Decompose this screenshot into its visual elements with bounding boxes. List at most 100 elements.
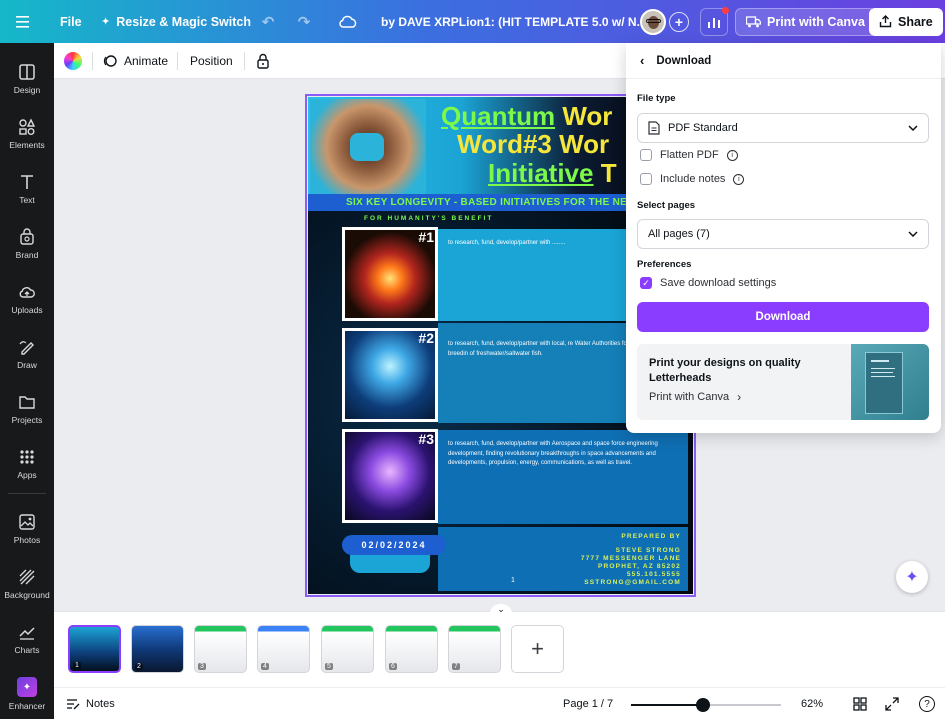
page-indicator-text: Page 1 / 7 — [563, 698, 614, 710]
checkbox-checked[interactable]: ✓ — [640, 277, 652, 289]
notification-dot — [722, 6, 729, 14]
share-button[interactable]: Share — [869, 0, 943, 43]
insights-button[interactable] — [700, 0, 729, 43]
grid-view-button[interactable] — [853, 697, 867, 714]
sidebar-item-uploads[interactable]: Uploads — [0, 273, 54, 325]
sidebar-item-design[interactable]: Design — [0, 53, 54, 105]
sidebar-item-brand[interactable]: Brand — [0, 218, 54, 270]
avatar[interactable] — [640, 0, 666, 43]
checkbox[interactable] — [640, 149, 652, 161]
item-number: #1 — [418, 229, 434, 245]
page-thumbnail[interactable]: 6 — [385, 625, 438, 673]
projects-icon — [19, 396, 35, 409]
zoom-slider[interactable] — [631, 698, 781, 712]
sidebar-item-text[interactable]: Text — [0, 163, 54, 215]
sidebar-item-draw[interactable]: Draw — [0, 328, 54, 380]
download-button[interactable]: Download — [637, 302, 929, 332]
print-promo-card[interactable]: Print your designs on quality Letterhead… — [637, 344, 929, 420]
resize-button[interactable]: ✦ Resize & Magic Switch — [101, 0, 251, 43]
undo-icon: ↶ — [261, 13, 275, 31]
checkbox[interactable] — [640, 173, 652, 185]
truck-icon — [746, 15, 761, 27]
sidebar-item-label: Photos — [13, 535, 41, 545]
title-word3: Word#3 Wor — [457, 129, 610, 159]
sidebar-item-label: Projects — [11, 415, 43, 425]
zoom-level[interactable]: 62% — [801, 688, 823, 719]
page-thumbnail[interactable]: 3 — [194, 625, 247, 673]
page-thumbnail[interactable]: 2 — [131, 625, 184, 673]
zoom-slider-thumb[interactable] — [696, 698, 710, 712]
sidebar-item-photos[interactable]: Photos — [0, 503, 54, 555]
magic-assistant-button[interactable]: ✦ — [896, 561, 928, 593]
info-icon[interactable]: i — [733, 173, 745, 185]
file-menu[interactable]: File — [60, 0, 82, 43]
hamburger-icon — [16, 15, 29, 28]
download-header: ‹ Download — [626, 43, 941, 79]
cloud-save-button[interactable] — [338, 0, 358, 43]
notes-icon — [67, 699, 80, 710]
animate-button[interactable]: Animate — [102, 43, 168, 79]
file-type-label: File type — [637, 93, 676, 104]
chevron-down-icon — [908, 125, 918, 131]
page-thumbnail[interactable]: 1 — [68, 625, 121, 673]
toolbar-divider — [92, 52, 93, 70]
date-pill-shadow — [350, 553, 430, 573]
sidebar-item-elements[interactable]: Elements — [0, 108, 54, 160]
document-title[interactable]: by DAVE XRPLion1: (HIT TEMPLATE 5.0 w/ N… — [381, 0, 647, 43]
save-settings-label: Save download settings — [660, 277, 777, 289]
flatten-pdf-checkbox[interactable]: Flatten PDF i — [640, 149, 738, 161]
item-description: to research, fund, develop/partner with … — [448, 441, 658, 466]
resize-label: Resize & Magic Switch — [116, 14, 251, 29]
contact-name: STEVE STRONG — [615, 547, 681, 554]
page-thumbnail[interactable]: 4 — [257, 625, 310, 673]
promo-link[interactable]: Print with Canva › — [649, 390, 741, 404]
notes-button[interactable]: Notes — [66, 688, 115, 719]
select-pages-dropdown[interactable]: All pages (7) — [637, 219, 929, 249]
file-type-select[interactable]: PDF Standard — [637, 113, 929, 143]
menu-button[interactable] — [16, 0, 32, 43]
magic-sparkle-icon: ✦ — [101, 16, 111, 28]
contact-address-line1: 7777 MESSENGER LANE — [580, 555, 681, 562]
back-chevron-icon[interactable]: ‹ — [640, 53, 644, 68]
item-number: #2 — [418, 330, 434, 346]
redo-button[interactable]: ↷ — [295, 0, 313, 43]
print-with-canva-button[interactable]: Print with Canva — [735, 0, 876, 43]
sidebar-item-background[interactable]: Background — [0, 558, 54, 610]
lock-button[interactable] — [256, 43, 270, 79]
add-collaborator-button[interactable]: + — [669, 0, 689, 43]
letterhead-image — [851, 344, 929, 420]
add-page-button[interactable]: + — [511, 625, 564, 673]
help-button[interactable]: ? — [919, 696, 935, 712]
page-thumbnail[interactable]: 5 — [321, 625, 374, 673]
item-tile: #2 — [342, 328, 438, 422]
download-button-label: Download — [755, 311, 811, 323]
date-pill: 02/02/2024 — [342, 535, 446, 555]
title-initiative: Initiative — [488, 158, 594, 188]
page-thumbnail[interactable]: 7 — [448, 625, 501, 673]
contact-email: SSTRONG@GMAIL.COM — [584, 579, 681, 586]
sidebar-item-apps[interactable]: Apps — [0, 438, 54, 490]
background-icon — [19, 569, 35, 585]
page-thumbnail-number: 4 — [261, 663, 269, 670]
info-icon[interactable]: i — [726, 149, 738, 161]
zoom-slider-fill — [631, 704, 703, 706]
sidebar-item-enhancer[interactable]: ✦ Enhancer — [0, 668, 54, 719]
undo-button[interactable]: ↶ — [259, 0, 277, 43]
page-indicator[interactable]: Page 1 / 7 — [563, 688, 613, 719]
file-label: File — [60, 14, 82, 29]
sidebar-item-projects[interactable]: Projects — [0, 383, 54, 435]
include-notes-checkbox[interactable]: Include notes i — [640, 173, 745, 185]
apps-icon — [20, 450, 34, 464]
chevron-right-icon: › — [737, 390, 742, 404]
position-button[interactable]: Position — [190, 43, 233, 79]
color-picker-button[interactable] — [64, 43, 82, 79]
sidebar-item-charts[interactable]: Charts — [0, 613, 54, 665]
sidebar-divider — [8, 493, 46, 494]
notes-label: Notes — [86, 698, 115, 710]
title-quantum: Quantum — [441, 101, 556, 131]
save-settings-checkbox[interactable]: ✓ Save download settings — [640, 277, 776, 289]
page-thumbnail-number: 7 — [452, 663, 460, 670]
sidebar-item-label: Enhancer — [8, 701, 46, 711]
hands-image — [310, 99, 426, 195]
fullscreen-button[interactable] — [885, 697, 899, 714]
